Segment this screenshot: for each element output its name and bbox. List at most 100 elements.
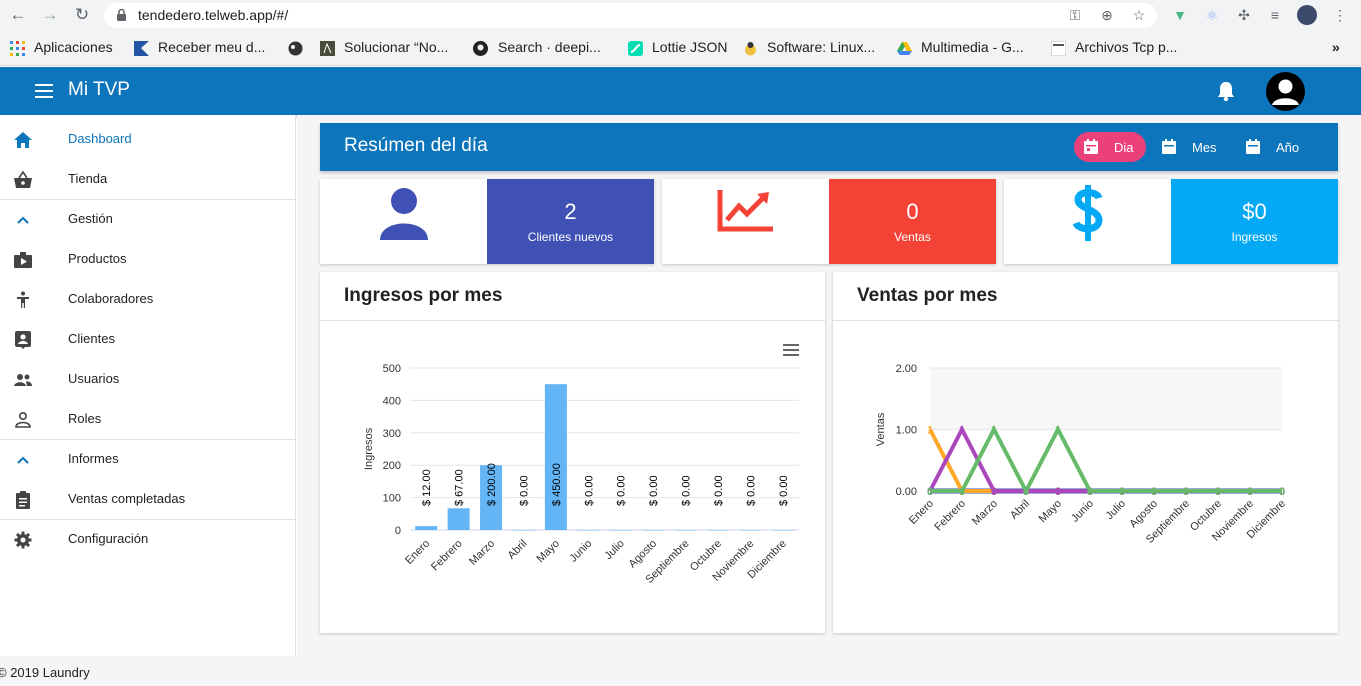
users-icon [14,374,32,386]
bookmark-6[interactable]: Multimedia - G... [921,39,1024,55]
sidebar-item-label: Dashboard [68,131,132,146]
sidebar-item-roles[interactable]: Roles [0,399,295,439]
document-icon [1051,41,1066,56]
panel-ventas: Ventas por mes 0.00 1.00 2.00 Ventas 0 0 0 0 0 0 0… [833,272,1338,633]
globe-icon [288,41,303,56]
bookmark-1[interactable]: Receber meu d... [158,39,265,55]
point-data-label: 0 [1215,486,1221,498]
trending-up-icon [717,190,773,232]
point-data-label: 0 [1247,486,1253,498]
y-tick-label: 300 [383,428,401,440]
lottie-icon [628,41,643,56]
y-tick-label: 0.00 [896,486,917,498]
period-label: Dia [1114,140,1134,155]
ingresos-bar-chart: 0 100 200 300 400 500 Ingresos $ 12.00 Enero $ 67… [363,344,799,586]
app-title: Mi TVP [68,79,130,100]
sidebar-item-clientes[interactable]: Clientes [0,319,295,359]
bookmark-apps[interactable]: Aplicaciones [34,39,113,55]
stat-label: Clientes nuevos [527,230,614,244]
hamburger-menu-icon[interactable] [35,84,53,98]
sidebar-item-label: Tienda [68,171,108,186]
point-data-label: 0 [1023,486,1029,498]
profile-avatar[interactable] [1297,5,1317,25]
bar-data-label: $ 0.00 [713,475,725,506]
summary-title: Resúmen del día [344,135,488,156]
react-extension-icon[interactable]: ⚛ [1202,5,1222,25]
browser-chrome: ← → ↻ tendedero.telweb.app/#/ ⚿ ⊕ ☆ ▼ ⚛ … [0,0,1361,66]
stat-ventas: 0 Ventas [829,179,996,264]
bar-data-label: $ 12.00 [421,469,433,506]
bookmark-4[interactable]: Lottie JSON [652,39,727,55]
puzzle-icon[interactable]: ✣ [1234,5,1254,25]
more-bookmarks-icon[interactable]: » [1332,39,1340,55]
apps-grid-icon [10,41,25,56]
stat-value: 0 [906,199,919,224]
point-data-label: 0 [991,486,997,498]
github-icon [473,41,488,56]
bar [771,530,794,531]
point-data-label: 1 [991,425,997,437]
point-data-label: 0 [927,486,933,498]
y-tick-label: 0 [395,525,401,537]
sidebar-group-gestion[interactable]: Gestión [0,199,295,239]
user-avatar[interactable] [1266,72,1305,111]
y-tick-label: 100 [383,493,401,505]
bar-data-label: $ 200.00 [486,463,498,506]
period-dia-button[interactable]: Dia [1074,132,1146,162]
address-bar[interactable]: tendedero.telweb.app/#/ ⚿ ⊕ ☆ [104,3,1157,28]
series-line [930,425,1282,496]
forward-icon[interactable]: → [38,4,62,26]
sidebar-item-ventas-completadas[interactable]: Ventas completadas [0,479,295,519]
bar [544,384,567,530]
bar-data-label: $ 0.00 [778,475,790,506]
kotlin-icon [134,41,149,56]
y-tick-label: 200 [383,460,401,472]
person-icon [17,291,29,308]
sidebar-item-label: Usuarios [68,371,120,386]
chart-menu-icon[interactable] [783,344,799,356]
sidebar-item-label: Colaboradores [68,291,154,306]
sidebar-item-label: Configuración [68,531,149,546]
bar [577,530,600,531]
period-ano-button[interactable]: Año [1236,132,1308,162]
vue-extension-icon[interactable]: ▼ [1170,5,1190,25]
stat-value: $0 [1242,199,1267,224]
bar-data-label: $ 0.00 [518,475,530,506]
bar [674,530,697,531]
bookmark-7[interactable]: Archivos Tcp p... [1075,39,1177,55]
y-tick-label: 400 [383,395,401,407]
sidebar-item-dashboard[interactable]: Dashboard [0,119,295,159]
y-tick-label: 500 [383,363,401,375]
calendar-icon [1084,139,1098,154]
reload-icon[interactable]: ↻ [70,4,94,26]
sidebar-item-colaboradores[interactable]: Colaboradores [0,279,295,319]
panel-ingresos: Ingresos por mes 0 100 200 300 400 500 Ingreso… [320,272,825,633]
media-icon[interactable]: ≡ [1265,5,1285,25]
bell-icon[interactable] [1216,80,1236,102]
back-icon[interactable]: ← [6,4,30,26]
stat-clientes-nuevos: 2 Clientes nuevos [487,179,654,264]
period-label: Año [1276,140,1300,155]
period-mes-button[interactable]: Mes [1152,132,1224,162]
sidebar-item-tienda[interactable]: Tienda [0,159,295,199]
calendar-icon [1246,139,1260,154]
kebab-menu-icon[interactable]: ⋮ [1330,5,1350,25]
point-data-label: 0 [1183,486,1189,498]
star-icon[interactable]: ☆ [1130,6,1148,24]
bookmark-5[interactable]: Software: Linux... [767,39,875,55]
account-icon [1272,79,1299,105]
linux-icon [745,42,756,56]
zoom-icon[interactable]: ⊕ [1098,6,1116,24]
x-tick-label: Enero [403,538,432,567]
sidebar-item-productos[interactable]: Productos [0,239,295,279]
bookmark-2[interactable]: Solucionar “No... [344,39,448,55]
sidebar-item-usuarios[interactable]: Usuarios [0,359,295,399]
point-data-label: 0 [1279,486,1285,498]
sidebar: Dashboard Tienda Gestión Productos Colab… [0,115,296,656]
sidebar-group-informes[interactable]: Informes [0,439,295,479]
bookmark-3[interactable]: Search · deepi... [498,39,601,55]
x-tick-label: Mayo [534,538,562,566]
key-icon[interactable]: ⚿ [1066,6,1084,24]
sidebar-item-configuracion[interactable]: Configuración [0,519,295,559]
bookmarks-bar: Aplicaciones Receber meu d... Solucionar… [0,34,1361,62]
